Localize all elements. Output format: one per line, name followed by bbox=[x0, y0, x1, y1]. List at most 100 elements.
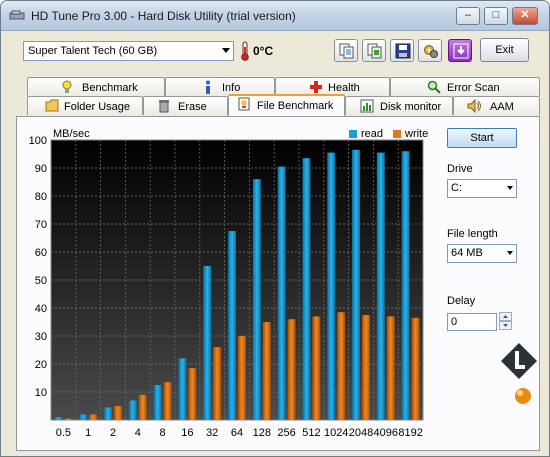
delay-label: Delay bbox=[447, 295, 476, 307]
health-cross-icon bbox=[310, 81, 322, 93]
x-tick-label: 128 bbox=[253, 427, 271, 439]
copy-text-button[interactable] bbox=[334, 39, 358, 62]
copy-screenshot-icon bbox=[367, 43, 382, 59]
maximize-button[interactable]: □ bbox=[484, 7, 508, 25]
read-bar bbox=[54, 417, 63, 420]
x-tick-label: 8192 bbox=[398, 427, 422, 439]
start-button[interactable]: Start bbox=[447, 128, 517, 148]
read-bar bbox=[352, 149, 360, 421]
copy-text-icon bbox=[339, 43, 354, 59]
delay-spin-down-button[interactable] bbox=[499, 321, 512, 330]
delay-spin-up-button[interactable] bbox=[499, 312, 512, 321]
speaker-icon bbox=[467, 99, 481, 113]
x-tick-label: 512 bbox=[302, 427, 320, 439]
lightbulb-icon bbox=[62, 80, 72, 93]
tab-benchmark[interactable]: Benchmark bbox=[27, 77, 165, 96]
minimize-button[interactable]: – bbox=[456, 7, 480, 25]
y-tick-label: 30 bbox=[35, 331, 47, 343]
read-bar bbox=[376, 152, 385, 420]
x-tick-label: 64 bbox=[231, 427, 243, 439]
write-bar bbox=[287, 319, 296, 420]
drive-dropdown[interactable]: C: bbox=[447, 179, 517, 198]
trash-icon bbox=[159, 100, 169, 113]
y-tick-label: 60 bbox=[35, 247, 47, 259]
copy-screenshot-button[interactable] bbox=[362, 39, 386, 62]
benchmark-chart: MB/sec read write 10 20 30 40 50 60 70 80 90 100 0… bbox=[27, 124, 437, 442]
file-length-label: File length bbox=[447, 228, 498, 240]
file-length-dropdown[interactable]: 64 MB bbox=[447, 244, 517, 263]
window-title: HD Tune Pro 3.00 - Hard Disk Utility (tr… bbox=[31, 9, 296, 23]
delay-input[interactable]: 0 bbox=[447, 313, 497, 331]
tab-disk-monitor[interactable]: Disk monitor bbox=[345, 96, 453, 115]
tab-file-benchmark[interactable]: File Benchmark bbox=[228, 94, 345, 116]
save-icon bbox=[395, 43, 411, 59]
options-icon bbox=[424, 45, 438, 58]
site-logo bbox=[501, 343, 537, 404]
write-bar bbox=[362, 315, 370, 420]
arrow-up-icon bbox=[503, 315, 508, 318]
tab-erase[interactable]: Erase bbox=[143, 96, 228, 115]
read-bar bbox=[203, 266, 212, 420]
read-bar bbox=[228, 231, 236, 420]
tab-aam[interactable]: AAM bbox=[453, 96, 540, 115]
read-bar bbox=[178, 358, 187, 420]
write-bar bbox=[312, 316, 321, 420]
read-bar bbox=[128, 400, 137, 420]
temperature-readout: 0°C bbox=[253, 44, 274, 58]
write-bar bbox=[64, 418, 73, 420]
write-bar bbox=[89, 414, 98, 420]
file-benchmark-icon bbox=[238, 97, 250, 111]
write-bar bbox=[188, 368, 197, 420]
tab-file-benchmark-label: File Benchmark bbox=[257, 100, 334, 112]
write-bar bbox=[262, 322, 271, 420]
folder-icon bbox=[45, 99, 59, 112]
thermometer-icon bbox=[241, 41, 249, 61]
y-tick-label: 40 bbox=[35, 303, 47, 315]
x-tick-label: 4 bbox=[135, 427, 141, 439]
drive-select-value: Super Talent Tech (60 GB) bbox=[28, 45, 158, 57]
tab-folder-usage[interactable]: Folder Usage bbox=[27, 96, 143, 115]
chevron-down-icon bbox=[507, 186, 513, 190]
drive-select[interactable]: Super Talent Tech (60 GB) bbox=[23, 41, 234, 61]
tab-error-scan[interactable]: Error Scan bbox=[390, 77, 540, 96]
tab-folder-usage-label: Folder Usage bbox=[64, 101, 131, 113]
file-length-value: 64 MB bbox=[451, 247, 483, 259]
disk-monitor-icon bbox=[360, 99, 374, 113]
drive-dropdown-value: C: bbox=[451, 182, 462, 194]
x-tick-label: 1024 bbox=[324, 427, 348, 439]
chevron-down-icon bbox=[222, 48, 230, 53]
write-bar bbox=[238, 336, 246, 420]
tab-disk-monitor-label: Disk monitor bbox=[380, 101, 442, 113]
app-icon bbox=[9, 10, 25, 20]
write-bar bbox=[411, 317, 420, 420]
write-bar bbox=[114, 406, 122, 420]
title-bar[interactable]: HD Tune Pro 3.00 - Hard Disk Utility (tr… bbox=[1, 1, 549, 31]
read-bar bbox=[153, 385, 162, 420]
drive-label: Drive bbox=[447, 163, 473, 175]
app-window: HD Tune Pro 3.00 - Hard Disk Utility (tr… bbox=[0, 0, 550, 457]
magnifier-icon bbox=[427, 80, 441, 94]
x-tick-label: 8 bbox=[160, 427, 166, 439]
exit-button[interactable]: Exit bbox=[480, 38, 529, 62]
arrow-down-icon bbox=[503, 324, 508, 327]
info-icon bbox=[206, 80, 210, 94]
options-button[interactable] bbox=[418, 39, 442, 62]
tab-benchmark-label: Benchmark bbox=[82, 82, 138, 94]
y-tick-label: 90 bbox=[35, 163, 47, 175]
y-tick-label: 50 bbox=[35, 275, 47, 287]
read-bar bbox=[252, 179, 261, 420]
tab-aam-label: AAM bbox=[490, 101, 514, 113]
y-tick-label: 20 bbox=[35, 359, 47, 371]
x-tick-label: 2 bbox=[110, 427, 116, 439]
chart-plot: 10 20 30 40 50 60 70 80 90 100 0.5 1 2 4 8 16 32 64 128 256… bbox=[29, 135, 424, 439]
x-tick-label: 1 bbox=[85, 427, 91, 439]
write-bar bbox=[213, 347, 222, 420]
y-tick-label: 100 bbox=[29, 135, 47, 147]
save-button[interactable] bbox=[390, 39, 414, 62]
y-tick-label: 70 bbox=[35, 219, 47, 231]
read-bar bbox=[79, 414, 88, 420]
close-button[interactable]: ✕ bbox=[512, 7, 538, 25]
download-icon bbox=[453, 43, 469, 59]
x-tick-label: 4096 bbox=[374, 427, 398, 439]
download-button[interactable] bbox=[448, 39, 472, 62]
